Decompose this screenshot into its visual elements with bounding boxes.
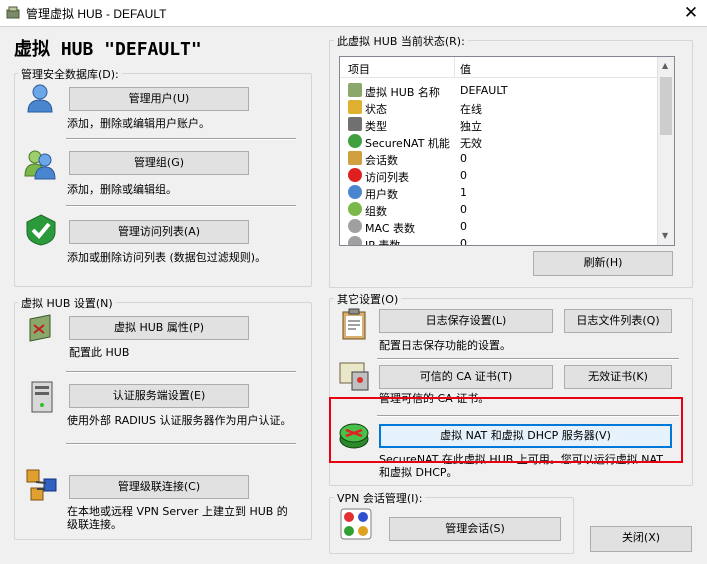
- status-list-view[interactable]: 项目 值 虚拟 HUB 名称 DEFAULT 状态 在线 类型 独立 SecureNA…: [339, 56, 675, 246]
- divider: [66, 205, 296, 207]
- list-item-value: 0: [460, 237, 467, 246]
- divider: [66, 371, 296, 373]
- manage-users-button[interactable]: 管理用户(U): [69, 87, 249, 111]
- user-icon: [27, 84, 53, 113]
- vpn-sessions-legend: VPN 会话管理(I):: [334, 490, 426, 506]
- security-db-legend: 管理安全数据库(D):: [18, 66, 122, 82]
- list-item-value: 0: [460, 169, 467, 182]
- list-item-value: 0: [460, 220, 467, 233]
- log-files-button[interactable]: 日志文件列表(Q): [564, 309, 672, 333]
- window-title: 管理虚拟 HUB - DEFAULT: [26, 7, 167, 21]
- list-item[interactable]: 会话数 0: [340, 150, 658, 167]
- list-item-key: 用户数: [365, 188, 398, 201]
- manage-access-desc: 添加或删除访问列表 (数据包过滤规则)。: [67, 251, 267, 264]
- ip-icon: [348, 236, 362, 245]
- manage-groups-button[interactable]: 管理组(G): [69, 151, 249, 175]
- server-icon: [31, 381, 53, 413]
- hub-icon: [348, 83, 362, 97]
- manage-groups-desc: 添加，删除或编辑组。: [67, 183, 177, 196]
- divider: [377, 358, 679, 360]
- log-desc: 配置日志保存功能的设置。: [379, 339, 511, 352]
- scrollbar-thumb[interactable]: [660, 77, 672, 135]
- scroll-up-icon[interactable]: ▲: [662, 61, 668, 70]
- hub-app-icon: [6, 6, 20, 19]
- list-item-key: 类型: [365, 120, 387, 133]
- hub-properties-button[interactable]: 虚拟 HUB 属性(P): [69, 316, 249, 340]
- list-header: 项目 值: [340, 57, 658, 78]
- list-item-value: 0: [460, 152, 467, 165]
- list-item[interactable]: MAC 表数 0: [340, 218, 658, 235]
- cascade-desc: 在本地或远程 VPN Server 上建立到 HUB 的级联连接。: [67, 505, 288, 531]
- other-settings-legend: 其它设置(O): [334, 291, 402, 307]
- server-icon: [348, 117, 362, 131]
- list-item[interactable]: 用户数 1: [340, 184, 658, 201]
- manage-sessions-button[interactable]: 管理会话(S): [389, 517, 561, 541]
- close-button[interactable]: 关闭(X): [590, 526, 692, 552]
- status-icon: [348, 100, 362, 114]
- manage-access-list-button[interactable]: 管理访问列表(A): [69, 220, 249, 244]
- vertical-scrollbar[interactable]: ▲ ▼: [657, 57, 674, 245]
- divider: [66, 443, 296, 445]
- hub-properties-icon: [29, 314, 51, 342]
- hub-properties-desc: 配置此 HUB: [69, 346, 130, 359]
- list-item[interactable]: 虚拟 HUB 名称 DEFAULT: [340, 82, 658, 99]
- access-icon: [348, 168, 362, 182]
- user-icon: [348, 185, 362, 199]
- refresh-button[interactable]: 刷新(H): [533, 251, 673, 276]
- group-icon: [348, 202, 362, 216]
- radius-settings-button[interactable]: 认证服务端设置(E): [69, 384, 249, 408]
- column-divider: [454, 57, 455, 77]
- title-bar: 管理虚拟 HUB - DEFAULT ✕: [0, 0, 707, 27]
- page-title: 虚拟 HUB "DEFAULT": [14, 39, 202, 60]
- list-item-key: 组数: [365, 205, 387, 218]
- list-item-key: IP 表数: [365, 239, 401, 246]
- list-item-key: 访问列表: [365, 171, 409, 184]
- list-item-value: DEFAULT: [460, 84, 508, 97]
- list-item-value: 1: [460, 186, 467, 199]
- group-icon: [24, 150, 56, 180]
- list-item-key: 虚拟 HUB 名称: [365, 86, 440, 99]
- status-legend: 此虚拟 HUB 当前状态(R):: [334, 33, 468, 49]
- scroll-down-icon[interactable]: ▼: [662, 231, 668, 240]
- mac-icon: [348, 219, 362, 233]
- list-item-key: MAC 表数: [365, 222, 415, 235]
- list-item-key: SecureNAT 机能: [365, 137, 450, 150]
- invalid-cert-button[interactable]: 无效证书(K): [564, 365, 672, 389]
- close-icon[interactable]: ✕: [678, 1, 704, 25]
- certificate-icon: [339, 362, 369, 391]
- sessions-icon: [340, 508, 372, 540]
- log-settings-button[interactable]: 日志保存设置(L): [379, 309, 553, 333]
- list-item-value: 在线: [460, 103, 482, 116]
- session-icon: [348, 151, 362, 165]
- list-item[interactable]: IP 表数 0: [340, 235, 658, 246]
- list-item[interactable]: 类型 独立: [340, 116, 658, 133]
- list-item-value: 0: [460, 203, 467, 216]
- list-item[interactable]: 访问列表 0: [340, 167, 658, 184]
- list-item-key: 会话数: [365, 154, 398, 167]
- checkmark-shield-icon: [26, 214, 56, 246]
- list-item[interactable]: 状态 在线: [340, 99, 658, 116]
- manage-cascade-button[interactable]: 管理级联连接(C): [69, 475, 249, 499]
- radius-desc: 使用外部 RADIUS 认证服务器作为用户认证。: [67, 414, 292, 427]
- column-value[interactable]: 值: [460, 61, 471, 77]
- router-icon: [348, 134, 362, 148]
- column-item[interactable]: 项目: [348, 61, 370, 77]
- list-item[interactable]: SecureNAT 机能 无效: [340, 133, 658, 150]
- list-item[interactable]: 组数 0: [340, 201, 658, 218]
- list-item-value: 无效: [460, 137, 482, 150]
- divider: [66, 138, 296, 140]
- highlight-box: [329, 397, 683, 463]
- manage-users-desc: 添加，删除或编辑用户账户。: [67, 117, 210, 130]
- trusted-ca-button[interactable]: 可信的 CA 证书(T): [379, 365, 553, 389]
- hub-settings-legend: 虚拟 HUB 设置(N): [18, 295, 116, 311]
- cascade-icon: [26, 469, 57, 501]
- list-item-key: 状态: [365, 103, 387, 116]
- clipboard-log-icon: [342, 308, 366, 340]
- list-item-value: 独立: [460, 120, 482, 133]
